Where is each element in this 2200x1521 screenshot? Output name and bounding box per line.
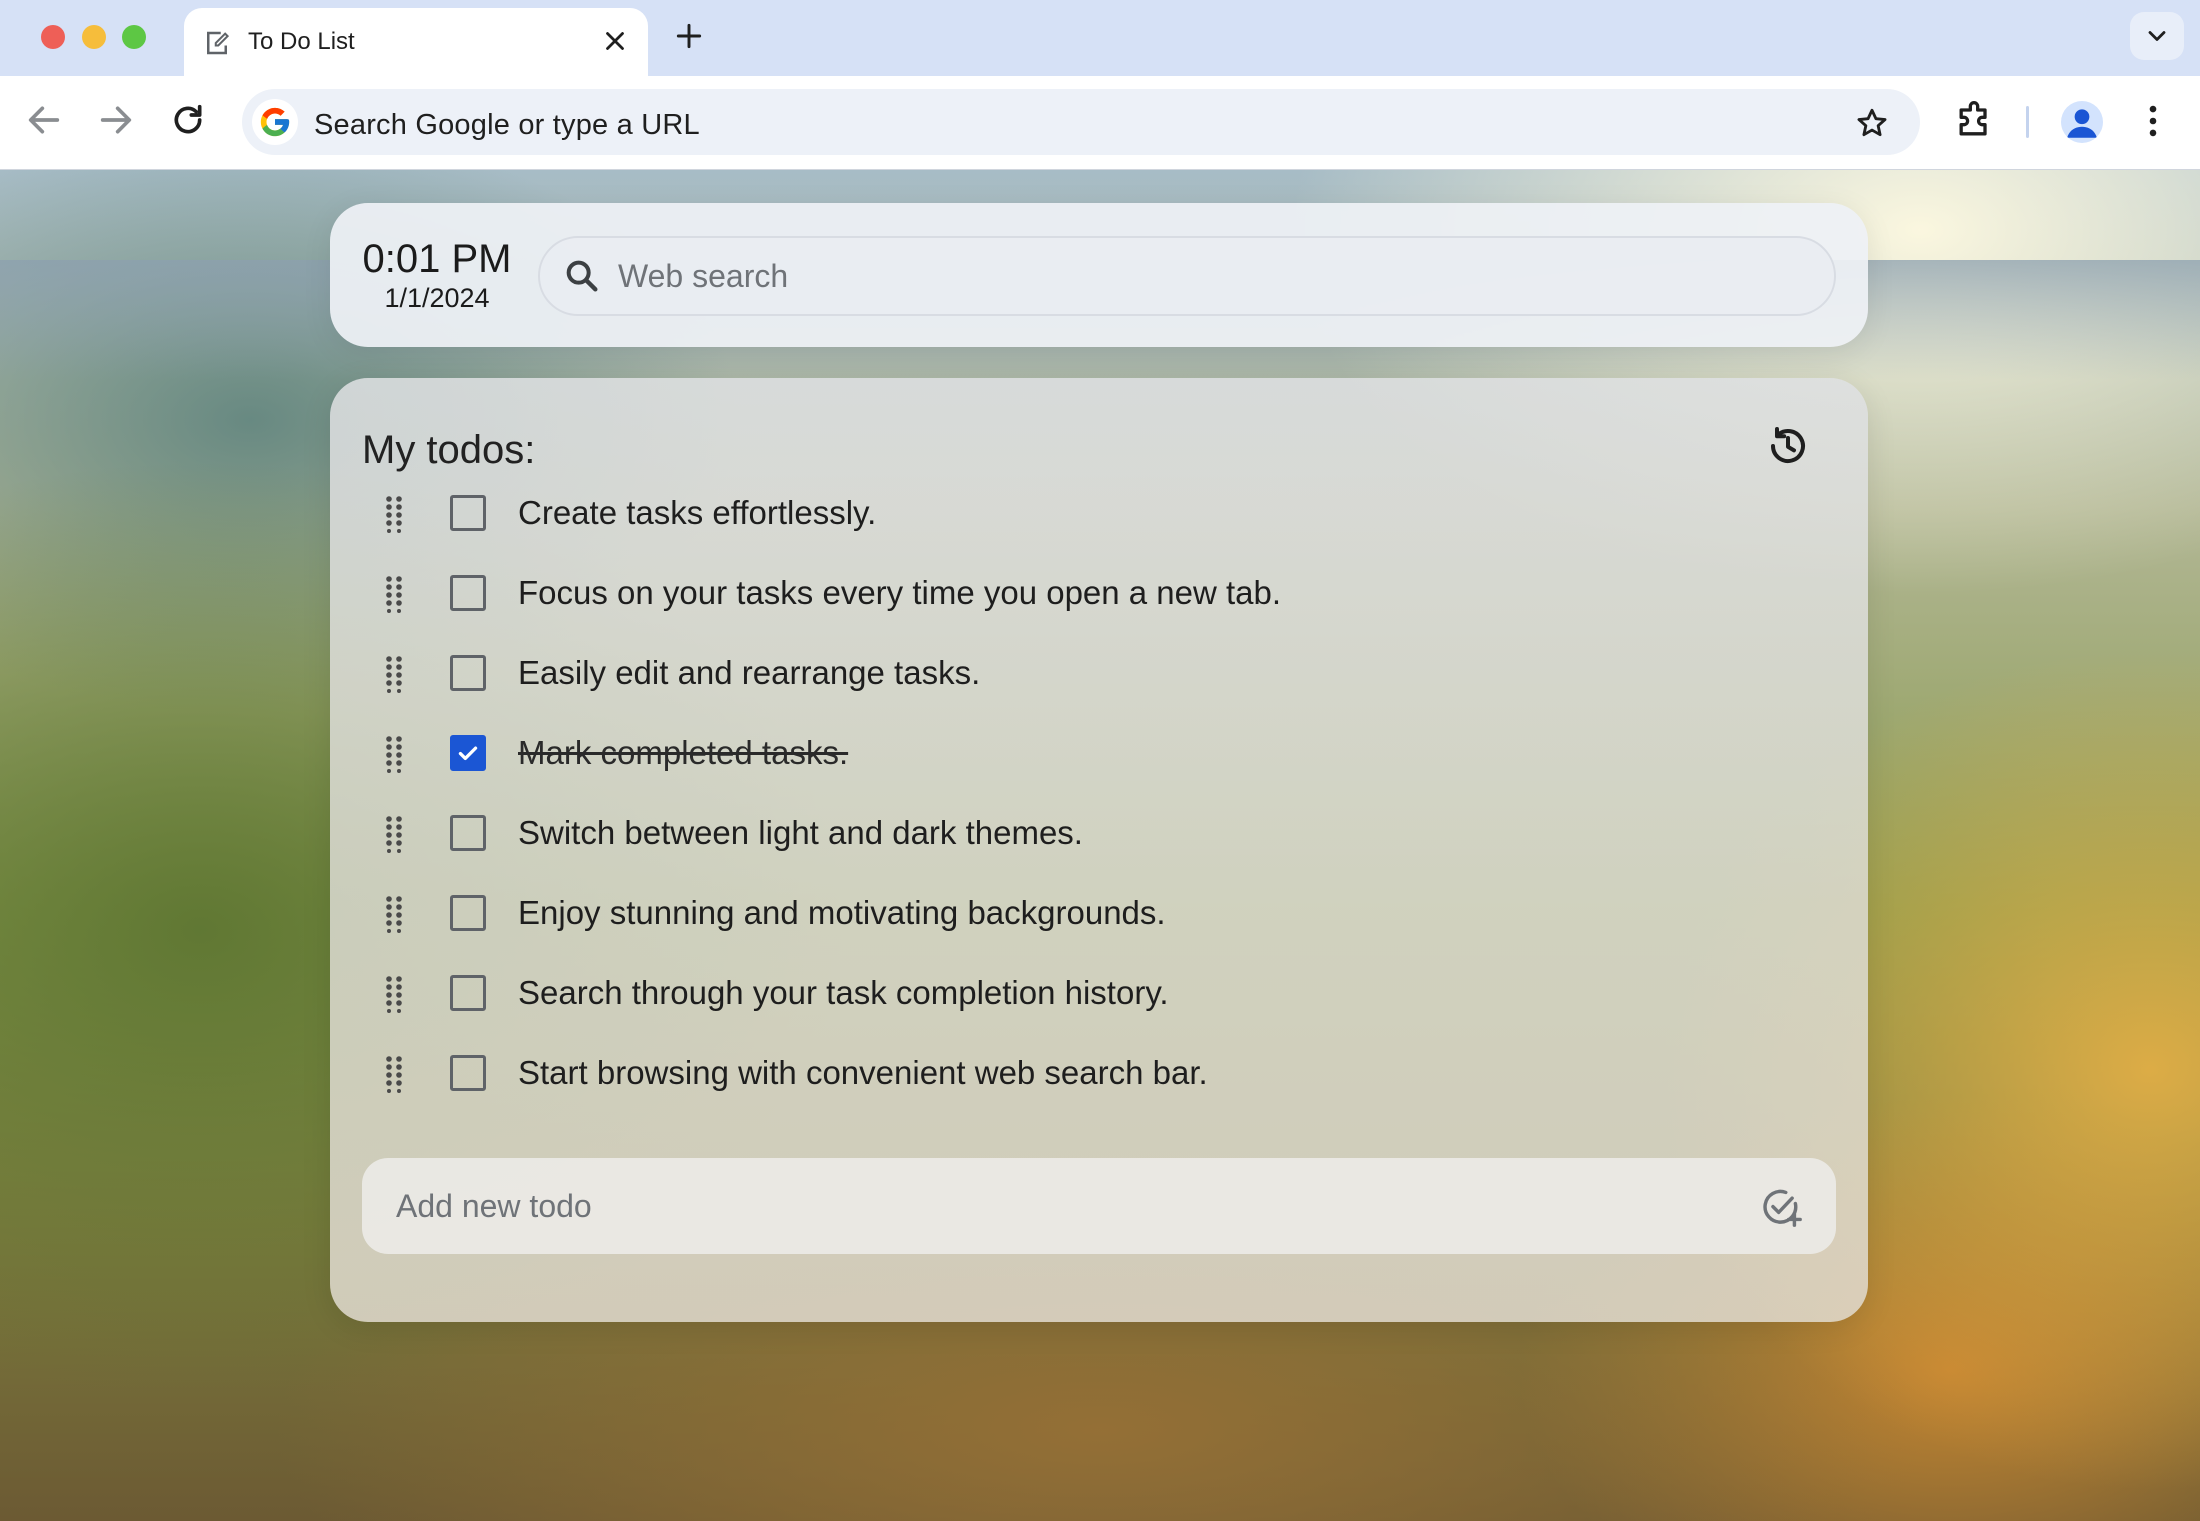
tab-todo-list[interactable]: To Do List bbox=[184, 8, 648, 76]
todo-item: Create tasks effortlessly. bbox=[330, 473, 1868, 553]
todo-item: Focus on your tasks every time you open … bbox=[330, 553, 1868, 633]
drag-handle-icon[interactable] bbox=[384, 815, 404, 853]
todo-checkbox[interactable] bbox=[450, 815, 486, 851]
todo-text[interactable]: Create tasks effortlessly. bbox=[518, 494, 876, 532]
todo-item: Mark completed tasks. bbox=[330, 713, 1868, 793]
drag-handle-icon[interactable] bbox=[384, 975, 404, 1013]
add-todo-input[interactable] bbox=[396, 1158, 1736, 1254]
drag-handle-icon[interactable] bbox=[384, 495, 404, 533]
todo-text-completed[interactable]: Mark completed tasks. bbox=[518, 734, 848, 772]
history-icon[interactable] bbox=[1764, 422, 1812, 470]
close-icon[interactable] bbox=[600, 26, 630, 56]
todo-item: Easily edit and rearrange tasks. bbox=[330, 633, 1868, 713]
todo-checkbox[interactable] bbox=[450, 495, 486, 531]
page-background: 0:01 PM 1/1/2024 My todos: Create tasks … bbox=[0, 170, 2200, 1521]
web-search-input[interactable] bbox=[618, 238, 1818, 314]
todo-text[interactable]: Search through your task completion hist… bbox=[518, 974, 1169, 1012]
clock-date: 1/1/2024 bbox=[384, 283, 490, 313]
todo-checkbox[interactable] bbox=[450, 575, 486, 611]
forward-arrow-icon[interactable] bbox=[96, 100, 136, 140]
star-icon[interactable] bbox=[1854, 105, 1890, 141]
extensions-puzzle-icon[interactable] bbox=[1952, 99, 1996, 143]
todo-checkbox[interactable] bbox=[450, 1055, 486, 1091]
todo-checkbox[interactable] bbox=[450, 975, 486, 1011]
header-card: 0:01 PM 1/1/2024 bbox=[330, 203, 1868, 347]
add-task-icon[interactable] bbox=[1758, 1184, 1804, 1230]
todo-item: Switch between light and dark themes. bbox=[330, 793, 1868, 873]
kebab-menu-icon[interactable] bbox=[2131, 99, 2175, 143]
drag-handle-icon[interactable] bbox=[384, 575, 404, 613]
window-close-button[interactable] bbox=[41, 25, 65, 49]
todo-title: My todos: bbox=[362, 428, 536, 472]
todo-text[interactable]: Focus on your tasks every time you open … bbox=[518, 574, 1281, 612]
google-logo-icon bbox=[252, 99, 298, 145]
clock-time: 0:01 PM bbox=[362, 237, 512, 281]
drag-handle-icon[interactable] bbox=[384, 735, 404, 773]
tab-title: To Do List bbox=[248, 28, 355, 55]
window-minimize-button[interactable] bbox=[82, 25, 106, 49]
drag-handle-icon[interactable] bbox=[384, 1055, 404, 1093]
todo-checkbox[interactable] bbox=[450, 895, 486, 931]
checkmark-icon bbox=[458, 746, 478, 761]
profile-avatar-icon[interactable] bbox=[2061, 101, 2103, 143]
toolbar-separator bbox=[2026, 106, 2029, 138]
tab-strip: To Do List bbox=[0, 0, 2200, 76]
todo-item: Enjoy stunning and motivating background… bbox=[330, 873, 1868, 953]
browser-toolbar: Search Google or type a URL bbox=[0, 76, 2200, 170]
tab-search-button[interactable] bbox=[2130, 12, 2184, 60]
search-icon bbox=[566, 260, 598, 292]
todo-text[interactable]: Start browsing with convenient web searc… bbox=[518, 1054, 1208, 1092]
todo-card: My todos: Create tasks effortlessly. Foc… bbox=[330, 378, 1868, 1322]
todo-checkbox-checked[interactable] bbox=[450, 735, 486, 771]
drag-handle-icon[interactable] bbox=[384, 895, 404, 933]
chevron-down-icon bbox=[2148, 31, 2166, 41]
edit-note-icon bbox=[207, 31, 230, 55]
omnibox[interactable]: Search Google or type a URL bbox=[242, 89, 1920, 155]
todo-text[interactable]: Switch between light and dark themes. bbox=[518, 814, 1083, 852]
plus-icon[interactable] bbox=[673, 20, 705, 52]
todo-text[interactable]: Easily edit and rearrange tasks. bbox=[518, 654, 980, 692]
back-arrow-icon[interactable] bbox=[24, 100, 64, 140]
window-zoom-button[interactable] bbox=[122, 25, 146, 49]
todo-item: Start browsing with convenient web searc… bbox=[330, 1033, 1868, 1113]
todo-item: Search through your task completion hist… bbox=[330, 953, 1868, 1033]
web-search-box[interactable] bbox=[538, 236, 1836, 316]
omnibox-placeholder: Search Google or type a URL bbox=[314, 109, 700, 141]
reload-icon[interactable] bbox=[168, 100, 208, 140]
drag-handle-icon[interactable] bbox=[384, 655, 404, 693]
todo-checkbox[interactable] bbox=[450, 655, 486, 691]
todo-text[interactable]: Enjoy stunning and motivating background… bbox=[518, 894, 1166, 932]
add-todo-box[interactable] bbox=[362, 1158, 1836, 1254]
